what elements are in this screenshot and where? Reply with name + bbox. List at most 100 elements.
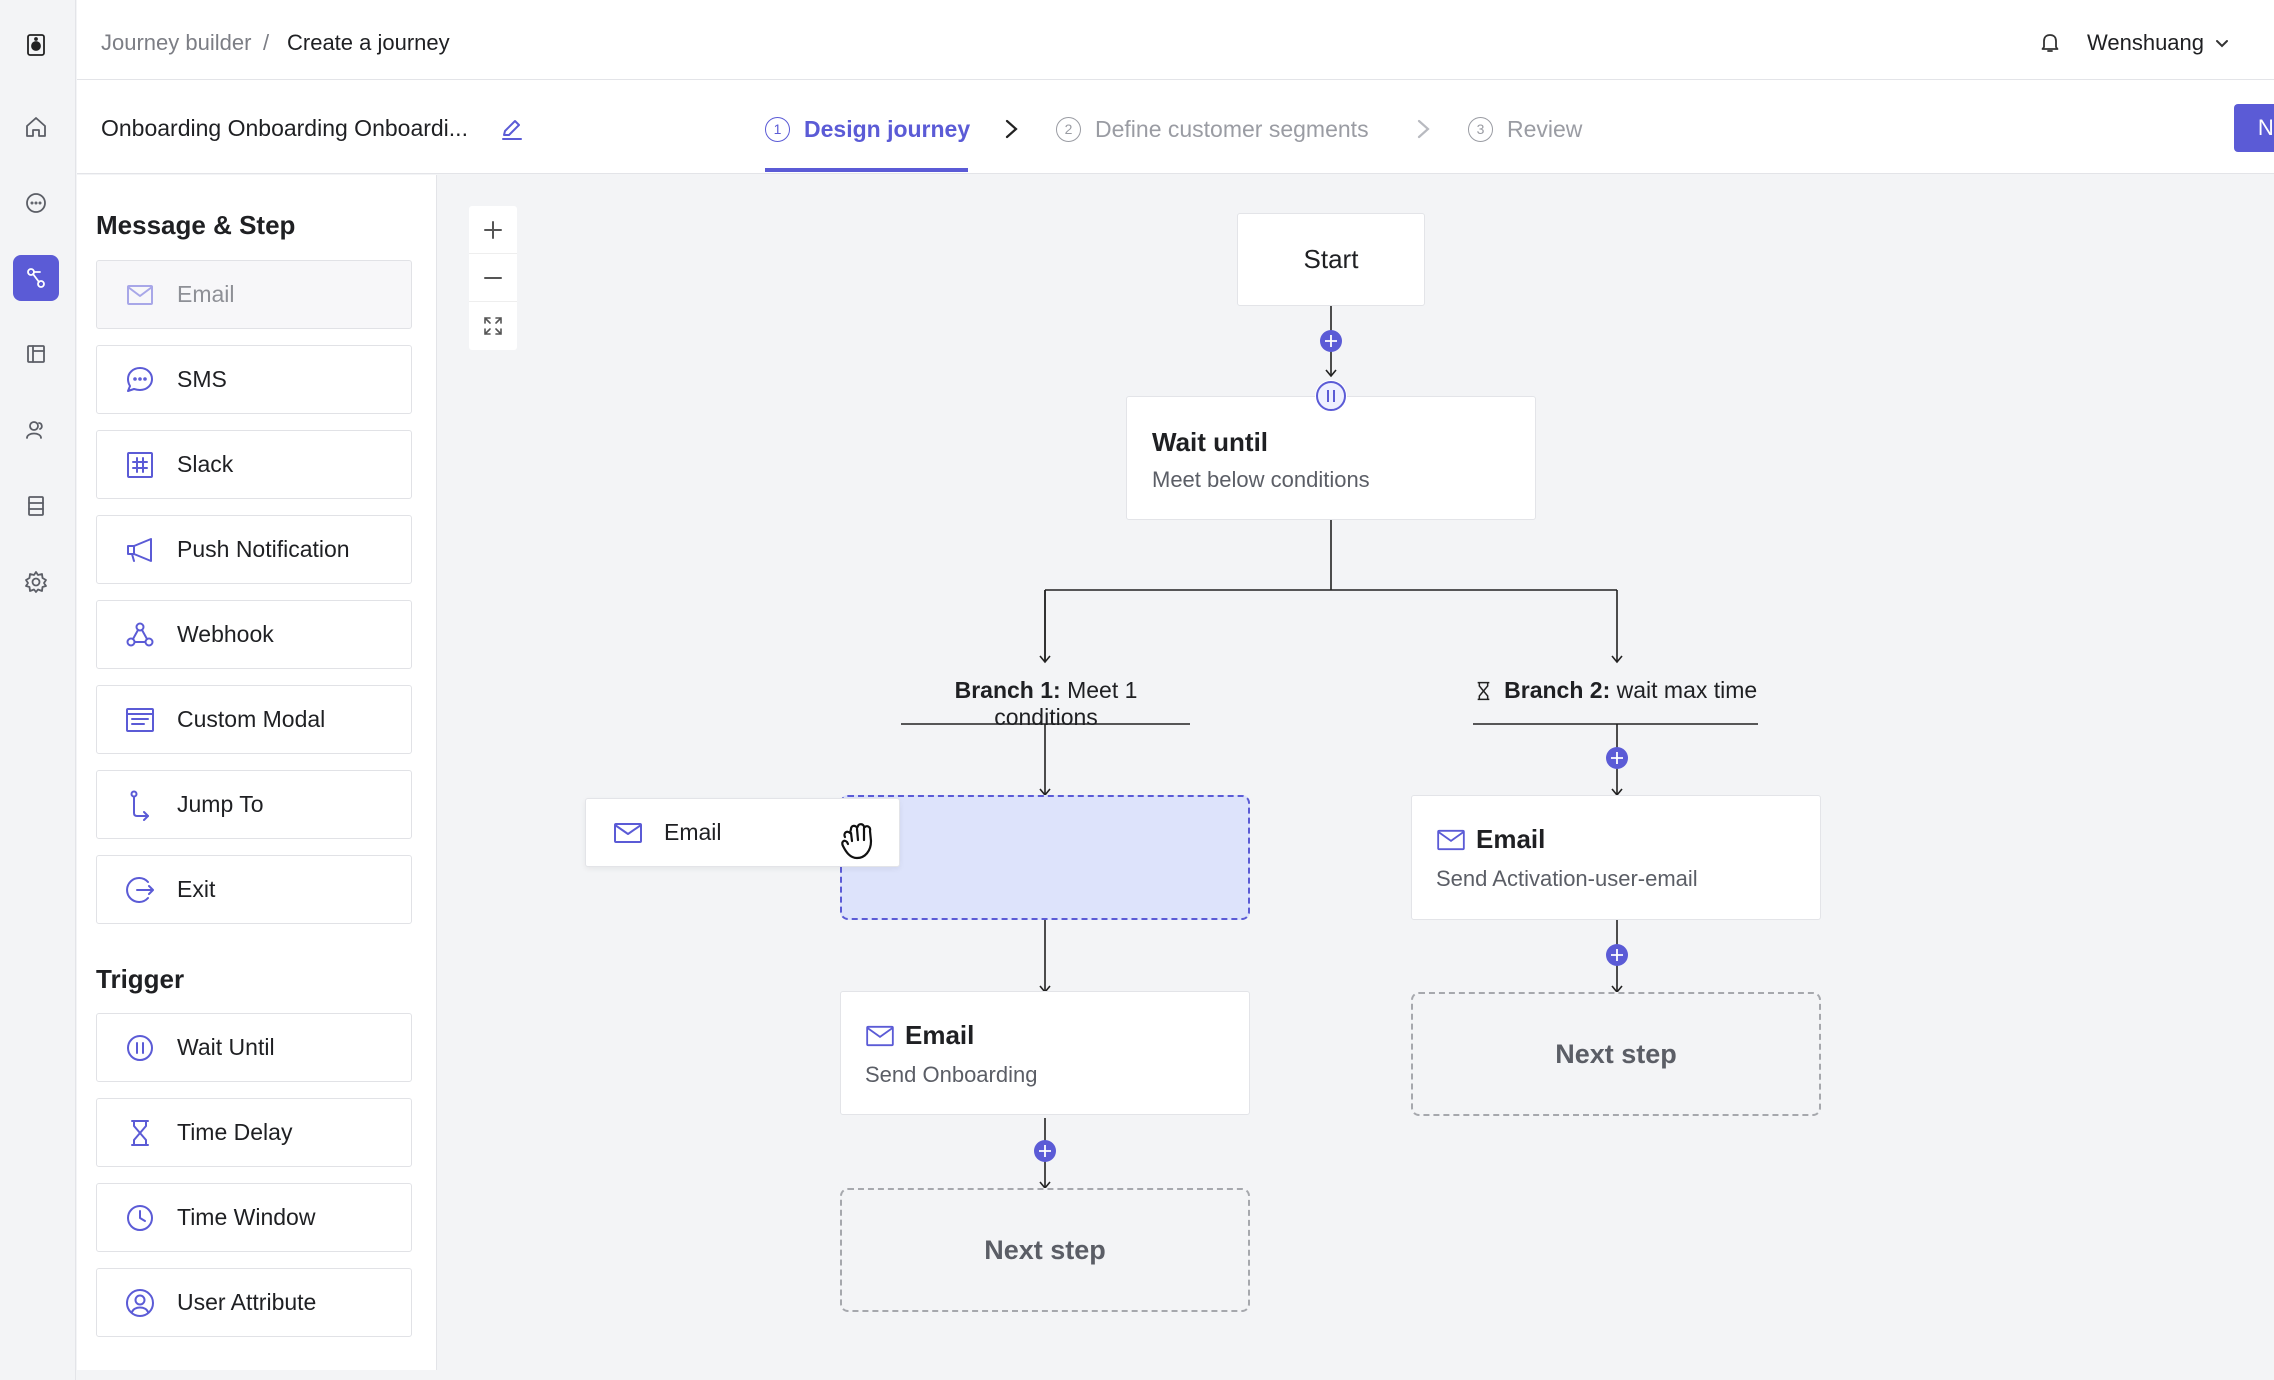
wait-pause-icon [1315,380,1347,412]
user-menu[interactable]: Wenshuang [2087,30,2232,56]
tool-time-window[interactable]: Time Window [96,1183,412,1252]
step-label: Review [1507,115,1583,142]
tool-label: Exit [177,876,216,902]
tool-custom-modal[interactable]: Custom Modal [96,685,412,754]
webhook-icon [123,618,157,652]
tool-label: Email [177,281,235,307]
step-label: Define customer segments [1095,115,1369,142]
branch-1-label: Branch 1: Meet 1 conditions [901,677,1191,731]
envelope-icon [866,1025,894,1046]
breadcrumb-separator: / [263,30,270,55]
envelope-icon [612,817,644,849]
journey-name: Onboarding Onboarding Onboardi... [101,115,468,141]
settings-gear-icon[interactable] [13,559,59,605]
tool-push-notification[interactable]: Push Notification [96,515,412,584]
megaphone-icon [123,533,157,567]
next-step-placeholder-branch-1[interactable]: Next step [840,1188,1250,1312]
hourglass-icon [123,1116,157,1150]
branch-2-label: Branch 2: wait max time [1473,677,1759,704]
branch-prefix: Branch 1: [954,677,1061,703]
start-label: Start [1303,244,1359,274]
home-icon[interactable] [13,104,59,150]
node-subtitle: Send Activation-user-email [1436,866,1698,891]
dragging-label: Email [664,819,722,845]
tool-user-attribute[interactable]: User Attribute [96,1268,412,1337]
breadcrumb-parent[interactable]: Journey builder [101,30,251,56]
tool-time-delay[interactable]: Time Delay [96,1098,412,1167]
tool-webhook[interactable]: Webhook [96,600,412,669]
app-logo-icon[interactable] [13,22,59,68]
tool-email[interactable]: Email [96,260,412,329]
step-number: 3 [1468,116,1493,142]
step-number: 2 [1056,116,1081,142]
step-review[interactable]: 3 Review [1468,112,1582,146]
tool-label: Time Window [177,1204,316,1230]
notification-bell-icon[interactable] [2036,28,2064,56]
next-step-placeholder-branch-2[interactable]: Next step [1411,992,1821,1116]
tool-label: Custom Modal [177,706,326,732]
expand-icon [484,317,502,335]
zoom-out-button[interactable] [469,254,517,302]
node-subtitle: Send Onboarding [865,1062,1038,1087]
database-icon[interactable] [13,483,59,529]
tool-label: Slack [177,451,234,477]
tool-label: User Attribute [177,1289,317,1315]
step-label: Design journey [804,115,971,142]
messages-icon[interactable] [13,180,59,226]
left-nav-rail [0,0,76,1380]
users-icon[interactable] [13,407,59,453]
pause-circle-icon [123,1031,157,1065]
chat-bubble-icon [123,363,157,397]
start-node[interactable]: Start [1237,213,1425,306]
tool-jump-to[interactable]: Jump To [96,770,412,839]
user-circle-icon [123,1286,157,1320]
modal-icon [123,703,157,737]
edit-pencil-icon[interactable] [499,116,525,142]
chevron-down-icon [2216,40,2229,48]
tool-label: Push Notification [177,536,350,562]
step-number: 1 [765,116,790,142]
clock-icon [123,1201,157,1235]
journey-icon[interactable] [13,255,59,301]
zoom-in-button[interactable] [469,206,517,254]
step-define-segments[interactable]: 2 Define customer segments [1056,112,1369,146]
tool-label: Webhook [177,621,274,647]
tool-label: Time Delay [177,1119,293,1145]
top-header: Journey builder / Create a journey Wensh… [77,0,2274,80]
slack-icon [123,448,157,482]
user-name: Wenshuang [2087,30,2205,55]
drop-zone[interactable] [840,795,1250,920]
fit-view-button[interactable] [469,302,517,350]
plus-icon [484,220,502,239]
tool-label: SMS [177,366,227,392]
message-step-title: Message & Step [96,210,296,240]
grab-hand-cursor-icon [833,815,883,865]
tool-exit[interactable]: Exit [96,855,412,924]
next-button[interactable]: Next [2234,104,2274,152]
step-chevron-icon [1001,115,1023,148]
email-node-activation[interactable]: Email Send Activation-user-email [1411,795,1821,920]
trigger-title: Trigger [96,964,185,994]
layout-icon[interactable] [13,331,59,377]
node-title: Wait until [1152,427,1269,457]
tool-wait-until[interactable]: Wait Until [96,1013,412,1082]
tool-slack[interactable]: Slack [96,430,412,499]
node-title: Email [905,1020,975,1050]
tool-label: Jump To [177,791,264,817]
active-step-underline [765,168,968,172]
node-title: Email [1476,824,1546,854]
envelope-icon [123,278,157,312]
zoom-controls [469,206,517,350]
hourglass-icon [1477,681,1490,701]
minus-icon [484,276,502,279]
tool-sms[interactable]: SMS [96,345,412,414]
step-chevron-icon [1413,115,1435,148]
breadcrumb-current: Create a journey [287,30,450,55]
branch-prefix: Branch 2: [1504,677,1611,703]
email-node-onboarding[interactable]: Email Send Onboarding [840,991,1250,1115]
step-design-journey[interactable]: 1 Design journey [765,112,970,146]
wait-until-node[interactable]: Wait until Meet below conditions [1126,396,1536,520]
node-subtitle: Meet below conditions [1152,467,1370,492]
envelope-icon [1437,829,1465,850]
jump-icon [123,788,157,822]
